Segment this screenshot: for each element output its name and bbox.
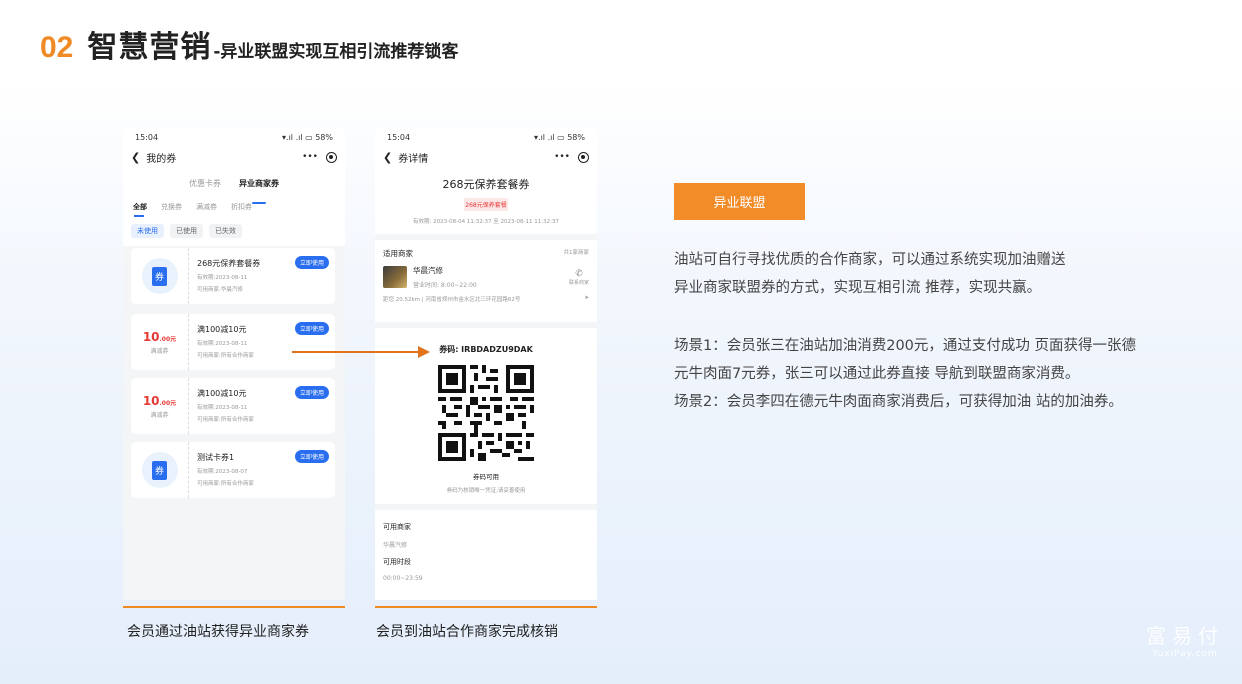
availability-card: 可用商家 华晨汽修 可用时段 00:00~23:59 [375,510,597,600]
nav-title: 我的券 [146,153,177,165]
section-subtitle: -异业联盟实现互相引流推荐锁客 [213,42,459,62]
nav-title: 券详情 [398,153,429,165]
close-target-icon[interactable] [578,151,589,163]
signal-icon: ▾.ıl .ıl [534,132,555,142]
coupon-type-tabs: 优惠卡券 异业商家券 [123,168,345,198]
scenario-1: 场景1：会员张三在油站加油消费200元，通过支付成功 页面获得一张德 [674,338,1137,354]
caption-left: 会员通过油站获得异业商家券 [127,624,309,640]
coupon-card[interactable]: 10.00元 满减券 满100减10元 有效期:2023-08-11 可用商家:… [131,378,335,434]
use-now-button[interactable]: 立即使用 [294,386,329,399]
coupon-validity: 有效期:2023-08-11 [197,405,248,411]
coupon-price: 10.00元 [142,329,177,344]
status-icons: ▾.ıl .ıl ▭ 58% [534,133,585,142]
coupon-validity: 有效期:2023-08-11 [197,275,248,281]
tab-discount[interactable]: 折扣券 [231,202,252,212]
phone-icon: ✆ [575,268,583,279]
coupon-card[interactable]: 券 268元保养套餐券 有效期:2023-08-11 可用商家:华晨汽修 立即使… [131,248,335,304]
scenario-2: 场景2：会员李四在德元牛肉面商家消费后，可获得加油 站的加油券。 [674,394,1123,410]
caption-underline [375,606,597,608]
filter-unused[interactable]: 未使用 [131,224,164,238]
mini-program-capsule: ••• [554,151,589,163]
brand-watermark: 富易付 YuxiPay.com [1146,624,1224,659]
coupon-validity: 有效期:2023-08-07 [197,469,248,475]
ticket-icon: 券 [151,460,167,480]
contact-merchant-button[interactable]: ✆ 联系商家 [569,269,589,286]
coupon-icon: 券 [141,258,178,294]
tab-reduction[interactable]: 满减券 [196,202,217,212]
status-bar: 15:04 ▾.ıl .ıl ▭ 58% [375,128,597,146]
available-merchant-label: 可用商家 [383,523,411,531]
code-status: 券码可用 [473,473,499,481]
tab-all[interactable]: 全部 [133,202,147,217]
merchant-photo [383,266,407,288]
merchant-address: 距您 20.52km | 河南省郑州市金水区北三环花园路62号 [383,297,521,303]
coupon-icon: 券 [141,452,178,488]
more-icon[interactable]: ••• [302,152,318,162]
coupon-type-label: 满减券 [150,411,169,419]
back-icon[interactable]: ❮ [131,151,140,164]
coupon-card[interactable]: 券 测试卡券1 有效期:2023-08-07 可用商家:所有合作商家 立即使用 [131,442,335,498]
coupon-merchant: 可用商家:华晨汽修 [197,287,243,293]
caption-right: 会员到油站合作商家完成核销 [376,624,558,640]
coupon-validity: 有效期: 2023-08-04 11:32:37 至 2023-08-11 11… [413,219,559,225]
available-merchant-value: 华晨汽修 [383,542,408,549]
scenario-1-cont: 元牛肉面7元券，张三可以通过此券直接 导航到联盟商家消费。 [674,366,1080,382]
battery-level: 58% [315,132,333,142]
tab-discount-coupons[interactable]: 优惠卡券 [189,178,221,198]
filter-expired[interactable]: 已失效 [209,224,242,238]
section-number: 02 [40,31,74,64]
status-time: 15:04 [135,132,159,142]
signal-icon: ▾.ıl .ıl [282,132,303,142]
nav-bar: ❮ 券详情 ••• [375,146,597,168]
alliance-badge: 异业联盟 [674,183,805,220]
tab-exchange[interactable]: 兑换券 [161,202,182,212]
merchant-count: 共1家商家 [563,250,590,256]
merchant-header: 适用商家 [383,249,413,258]
more-icon[interactable]: ••• [554,152,570,162]
battery-icon: ▭ [557,132,565,142]
navigate-icon[interactable]: ➤ [584,295,589,303]
coupon-summary-card: 268元保养套餐券 268元保养套餐 有效期: 2023-08-04 11:32… [375,168,597,234]
coupon-tag: 268元保养套餐 [464,198,508,211]
scenario-list: 场景1：会员张三在油站加油消费200元，通过支付成功 页面获得一张德 元牛肉面7… [674,332,1204,416]
coupon-merchant: 可用商家:所有合作商家 [197,481,254,487]
coupon-merchant: 可用商家:所有合作商家 [197,417,254,423]
mini-program-capsule: ••• [302,151,337,163]
slide-title: 02 智慧营销 -异业联盟实现互相引流推荐锁客 [40,22,458,66]
coupon-title: 268元保养套餐券 [442,178,530,191]
merchant-hours: 营业时间: 8:00~22:00 [413,282,477,289]
status-filter: 未使用 已使用 已失效 [123,220,345,246]
merchant-card: 适用商家 共1家商家 华晨汽修 营业时间: 8:00~22:00 ✆ 联系商家 … [375,240,597,322]
coupon-category-tabs: 全部 兑换券 满减券 折扣券 [123,198,345,220]
caption-underline [123,606,345,608]
filter-used[interactable]: 已使用 [170,224,203,238]
coupon-price: 10.00元 [142,393,177,408]
status-bar: 15:04 ▾.ıl .ıl ▭ 58% [123,128,345,146]
code-hint: 券码为核销唯一凭证,请妥善使用 [446,488,526,494]
use-now-button[interactable]: 立即使用 [294,322,329,335]
phone-my-coupons: 15:04 ▾.ıl .ıl ▭ 58% ❮ 我的券 ••• 优惠卡券 异业商家… [123,128,345,600]
tab-partner-coupons[interactable]: 异业商家券 [239,178,279,198]
available-time-value: 00:00~23:59 [383,575,423,582]
section-title: 智慧营销 [87,30,212,65]
use-now-button[interactable]: 立即使用 [294,450,329,463]
nav-bar: ❮ 我的券 ••• [123,146,345,168]
battery-level: 58% [567,132,585,142]
ticket-icon: 券 [151,266,167,286]
alliance-description: 油站可自行寻找优质的合作商家，可以通过系统实现加油赠送 异业商家联盟券的方式，实… [674,252,1066,296]
back-icon[interactable]: ❮ [383,151,392,164]
battery-icon: ▭ [305,132,313,142]
available-time-label: 可用时段 [383,558,411,566]
phone-coupon-detail: 15:04 ▾.ıl .ıl ▭ 58% ❮ 券详情 ••• 268元保养套餐券… [375,128,597,600]
use-now-button[interactable]: 立即使用 [294,256,329,269]
merchant-name: 华晨汽修 [413,266,443,275]
close-target-icon[interactable] [326,151,337,163]
coupon-card[interactable]: 10.00元 满减券 满100减10元 有效期:2023-08-11 可用商家:… [131,314,335,370]
coupon-type-label: 满减券 [150,347,169,355]
status-time: 15:04 [387,132,411,142]
flow-arrow [292,346,430,358]
status-icons: ▾.ıl .ıl ▭ 58% [282,133,333,142]
qr-code [438,365,534,461]
